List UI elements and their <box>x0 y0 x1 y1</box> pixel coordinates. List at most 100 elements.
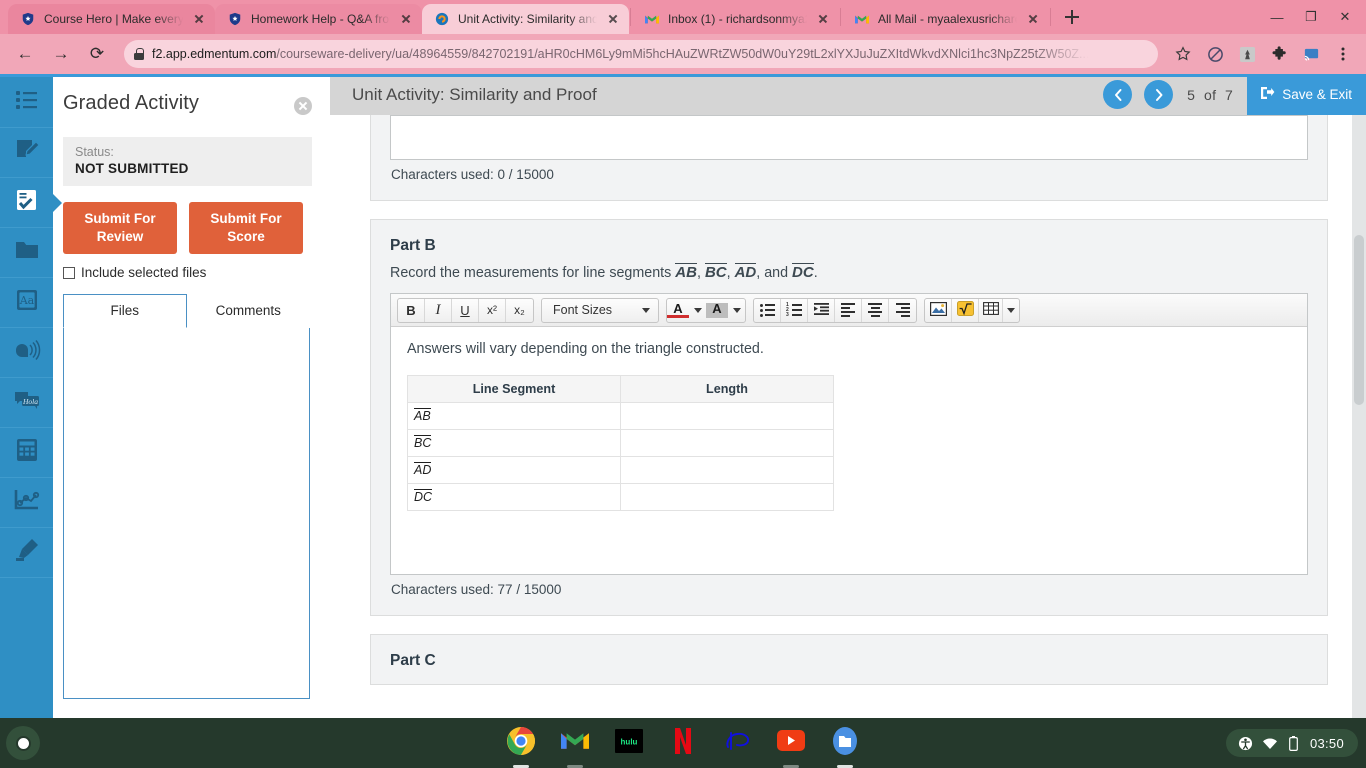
align-left-button[interactable] <box>835 298 862 322</box>
browser-tab-3-active[interactable]: Unit Activity: Similarity and Pro <box>422 4 629 34</box>
menu-kebab-icon[interactable] <box>1330 41 1356 67</box>
cell-segment[interactable]: AB <box>407 402 621 430</box>
browser-tab-4[interactable]: Inbox (1) - richardsonmya23@g <box>632 4 839 34</box>
italic-button[interactable]: I <box>425 298 452 322</box>
sidebar-item-highlighter[interactable] <box>0 528 53 578</box>
launcher-button[interactable] <box>6 726 40 760</box>
close-icon[interactable] <box>605 11 621 27</box>
include-files-checkbox[interactable] <box>63 266 75 279</box>
cell-segment[interactable]: BC <box>407 429 621 457</box>
close-icon[interactable] <box>1025 11 1041 27</box>
close-panel-button[interactable] <box>294 97 312 115</box>
indent-button[interactable] <box>808 298 835 322</box>
shelf-app-hulu[interactable]: hulu <box>613 727 645 759</box>
tab-divider <box>630 8 631 26</box>
insert-table-button[interactable] <box>979 298 1003 322</box>
reload-button[interactable]: ⟳ <box>82 39 112 69</box>
align-center-button[interactable] <box>862 298 889 322</box>
chevron-down-icon[interactable] <box>728 307 745 313</box>
minimize-button[interactable]: — <box>1262 4 1292 30</box>
new-tab-button[interactable] <box>1058 3 1086 31</box>
sidebar-item-notes[interactable] <box>0 128 53 178</box>
sidebar-item-graphing[interactable] <box>0 478 53 528</box>
include-files-row[interactable]: Include selected files <box>63 265 312 280</box>
text-color-control[interactable]: A <box>667 299 706 322</box>
cell-segment[interactable]: AD <box>407 456 621 484</box>
shelf-app-chrome[interactable] <box>505 726 537 759</box>
save-and-exit-button[interactable]: Save & Exit <box>1247 74 1366 115</box>
disney-plus-icon <box>722 728 752 759</box>
cast-icon[interactable] <box>1298 41 1324 67</box>
forward-button[interactable]: → <box>46 39 76 69</box>
sidebar-item-graded-activity[interactable] <box>0 178 53 228</box>
part-b-description: Record the measurements for line segment… <box>390 255 1308 281</box>
previous-page-button[interactable] <box>1103 80 1133 109</box>
part-c-card: Part C <box>370 634 1328 685</box>
gmail-icon <box>854 11 870 27</box>
equation-button[interactable] <box>952 298 979 322</box>
panel-tabs: Files Comments <box>63 294 310 700</box>
maximize-button[interactable]: ❐ <box>1296 4 1326 30</box>
submit-for-score-button[interactable]: Submit For Score <box>189 202 303 255</box>
cell-length[interactable] <box>620 402 834 430</box>
sidebar-item-list[interactable] <box>0 78 53 128</box>
content-scroller: Characters used: 0 / 15000 Part B Record… <box>330 115 1366 718</box>
lock-icon <box>134 48 144 60</box>
sidebar-item-calculator[interactable] <box>0 428 53 478</box>
sidebar-item-text-to-speech[interactable] <box>0 328 53 378</box>
sidebar-item-translate[interactable]: Hola <box>0 378 53 428</box>
url-path: /courseware-delivery/ua/48964559/8427021… <box>276 47 1090 61</box>
underline-button[interactable]: U <box>452 298 479 322</box>
part-a-editor-tail[interactable] <box>390 115 1308 160</box>
sidebar-item-dictionary[interactable]: Aa <box>0 278 53 328</box>
close-icon[interactable] <box>191 11 207 27</box>
shelf-app-disney-plus[interactable] <box>721 727 753 759</box>
tab-files[interactable]: Files <box>63 294 187 329</box>
superscript-button[interactable]: x² <box>479 298 506 322</box>
scrollbar-thumb[interactable] <box>1354 235 1364 405</box>
browser-tab-5[interactable]: All Mail - myaalexusrichardson( <box>842 4 1049 34</box>
subscript-button[interactable]: x₂ <box>506 299 533 322</box>
person-extension-icon[interactable] <box>1234 41 1260 67</box>
shelf-app-files[interactable] <box>829 726 861 759</box>
block-icon[interactable] <box>1202 41 1228 67</box>
cell-length[interactable] <box>620 429 834 457</box>
sidebar-item-folder[interactable] <box>0 228 53 278</box>
star-icon[interactable] <box>1170 41 1196 67</box>
bullet-list-button[interactable] <box>754 298 781 322</box>
cell-length[interactable] <box>620 456 834 484</box>
folder-icon <box>14 239 40 266</box>
close-window-button[interactable]: ✕ <box>1330 4 1360 30</box>
vertical-scrollbar[interactable] <box>1352 115 1366 718</box>
shelf-app-netflix[interactable] <box>667 727 699 759</box>
cell-length[interactable] <box>620 483 834 511</box>
address-bar[interactable]: f2.app.edmentum.com/courseware-delivery/… <box>124 40 1158 68</box>
back-button[interactable]: ← <box>10 39 40 69</box>
shelf-app-gmail[interactable] <box>559 727 591 759</box>
cell-segment[interactable]: DC <box>407 483 621 511</box>
numbered-list-button[interactable]: 123 <box>781 298 808 322</box>
browser-tab-1[interactable]: Course Hero | Make every study <box>8 4 215 34</box>
activity-topbar: Unit Activity: Similarity and Proof 5 of… <box>330 74 1366 115</box>
tab-comments[interactable]: Comments <box>186 294 310 329</box>
next-page-button[interactable] <box>1144 80 1174 109</box>
shelf-app-youtube[interactable] <box>775 727 807 759</box>
submit-for-review-button[interactable]: Submit For Review <box>63 202 177 255</box>
chevron-down-icon[interactable] <box>689 307 706 313</box>
align-center-icon <box>868 303 882 317</box>
text-to-speech-icon <box>13 338 41 367</box>
insert-image-button[interactable] <box>925 298 952 322</box>
extension-puzzle-icon[interactable] <box>1266 41 1292 67</box>
browser-tab-2[interactable]: Homework Help - Q&A from Onl <box>215 4 422 34</box>
font-size-dropdown[interactable]: Font Sizes <box>541 297 659 323</box>
close-icon[interactable] <box>815 11 831 27</box>
highlight-color-control[interactable]: A <box>706 299 745 322</box>
table-body: AB BC AD DC <box>407 402 834 511</box>
table-dropdown-button[interactable] <box>1003 299 1019 322</box>
editor-content-area[interactable]: Answers will vary depending on the trian… <box>391 327 1307 574</box>
align-right-button[interactable] <box>889 299 916 322</box>
chromeos-shelf: hulu 03:50 <box>0 718 1366 768</box>
close-icon[interactable] <box>398 11 414 27</box>
system-tray[interactable]: 03:50 <box>1225 729 1358 757</box>
bold-button[interactable]: B <box>398 298 425 322</box>
